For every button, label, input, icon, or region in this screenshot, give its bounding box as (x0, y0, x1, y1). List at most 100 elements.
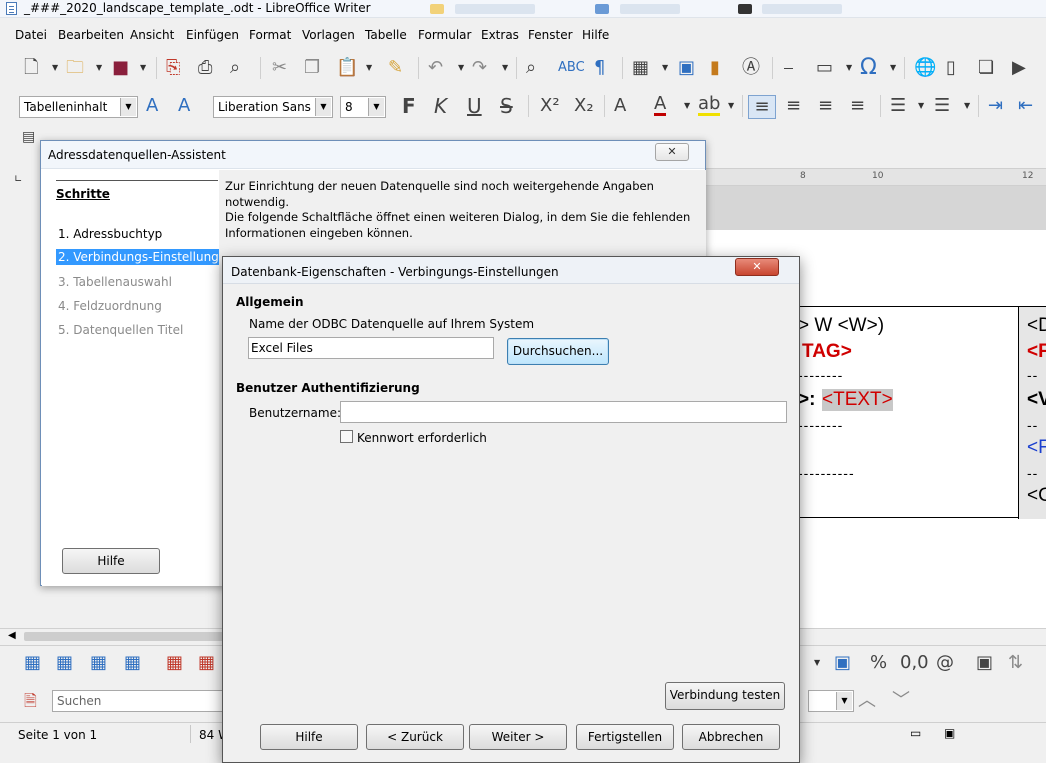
delete-columns-icon[interactable]: ▦ (198, 652, 215, 674)
align-right-icon[interactable]: ≡ (818, 95, 833, 117)
italic-icon[interactable]: K (434, 95, 447, 117)
special-character-icon[interactable]: Ω (860, 57, 877, 79)
find-previous-icon[interactable]: ︿ (858, 690, 876, 712)
font-color-icon[interactable]: A (654, 95, 667, 116)
undo-icon[interactable]: ↶ (428, 57, 443, 79)
insert-field-icon[interactable]: ▭ (816, 57, 833, 79)
redo-icon[interactable]: ↷ (472, 57, 487, 79)
subscript-icon[interactable]: X₂ (574, 95, 594, 117)
clear-formatting-icon[interactable]: A (614, 95, 626, 117)
menu-format[interactable]: Format (249, 28, 291, 42)
find-next-icon[interactable]: ﹀ (892, 690, 910, 712)
menu-fenster[interactable]: Fenster (528, 28, 573, 42)
menu-tabelle[interactable]: Tabelle (365, 28, 407, 42)
horizontal-ruler[interactable]: 8 10 12 (706, 168, 1046, 186)
justify-icon[interactable]: ≡ (850, 95, 865, 117)
chevron-down-icon[interactable]: ▼ (120, 98, 136, 116)
at-sign-icon[interactable]: @ (936, 652, 954, 674)
scroll-left-icon[interactable]: ◀ (8, 630, 16, 641)
chevron-down-icon[interactable]: ▼ (728, 95, 734, 117)
align-center-icon[interactable]: ≡ (786, 95, 801, 117)
close-button[interactable]: ✕ (655, 143, 689, 161)
decrease-indent-icon[interactable]: ⇤ (1018, 95, 1033, 117)
hyperlink-icon[interactable]: 🌐 (914, 57, 936, 79)
number-format-icon[interactable]: ▣ (834, 652, 851, 674)
comment-icon[interactable]: ❏ (978, 57, 994, 79)
chevron-down-icon[interactable]: ▼ (458, 57, 464, 79)
finish-button[interactable]: Fertigstellen (576, 724, 674, 750)
insert-columns-after-icon[interactable]: ▦ (124, 652, 141, 674)
update-style-icon[interactable]: A (146, 95, 158, 117)
bold-icon[interactable]: F (402, 95, 416, 117)
chevron-down-icon[interactable]: ▼ (684, 95, 690, 117)
menu-hilfe[interactable]: Hilfe (582, 28, 609, 42)
copy-icon[interactable]: ❐ (304, 57, 320, 79)
insert-rows-above-icon[interactable]: ▦ (24, 652, 41, 674)
styles-icon[interactable]: ▤ (22, 126, 35, 148)
underline-icon[interactable]: U (467, 95, 482, 117)
strikethrough-icon[interactable]: S (500, 95, 513, 117)
menu-ansicht[interactable]: Ansicht (130, 28, 174, 42)
step-table-selection[interactable]: 3. Tabellenauswahl (56, 274, 174, 290)
new-style-icon[interactable]: A (178, 95, 190, 117)
scrollbar-thumb[interactable] (24, 632, 224, 641)
chevron-down-icon[interactable]: ▼ (502, 57, 508, 79)
insert-chart-icon[interactable]: ▮ (710, 57, 720, 79)
open-folder-icon[interactable]: 🗀 (66, 57, 84, 79)
close-findbar-icon[interactable]: 🗎 (24, 690, 37, 712)
export-pdf-icon[interactable]: ⎘ (166, 57, 180, 79)
chevron-down-icon[interactable]: ▼ (52, 57, 58, 79)
track-changes-icon[interactable]: ▶ (1012, 57, 1026, 79)
browse-button[interactable]: Durchsuchen... (507, 338, 609, 365)
paragraph-style-combo[interactable]: Tabelleninhalt ▼ (19, 96, 138, 118)
cut-icon[interactable]: ✂ (272, 57, 287, 79)
new-document-icon[interactable]: 🗋 (24, 57, 38, 79)
menu-datei[interactable]: Datei (15, 28, 47, 42)
step-data-source-title[interactable]: 5. Datenquellen Titel (56, 322, 185, 338)
search-input[interactable]: Suchen (52, 690, 232, 712)
paste-icon[interactable]: 📋 (336, 57, 358, 79)
insert-columns-before-icon[interactable]: ▦ (90, 652, 107, 674)
menu-bearbeiten[interactable]: Bearbeiten (58, 28, 124, 42)
chevron-down-icon[interactable]: ▼ (918, 95, 924, 117)
step-connection-settings[interactable]: 2. Verbindungs-Einstellungen (56, 249, 236, 265)
chevron-down-icon[interactable]: ▼ (140, 57, 146, 79)
font-size-combo[interactable]: 8 ▼ (340, 96, 386, 118)
insert-rows-below-icon[interactable]: ▦ (56, 652, 73, 674)
chevron-down-icon[interactable]: ▼ (846, 57, 852, 79)
highlight-icon[interactable]: ab (698, 95, 721, 116)
menu-formular[interactable]: Formular (418, 28, 471, 42)
find-replace-icon[interactable]: ⌕ (526, 57, 536, 79)
test-connection-button[interactable]: Verbindung testen (665, 682, 785, 710)
spellcheck-icon[interactable]: ABC (558, 57, 585, 79)
footnote-icon[interactable]: ▯ (946, 57, 956, 79)
password-required-checkbox[interactable] (340, 430, 353, 443)
chevron-down-icon[interactable]: ▼ (368, 98, 384, 116)
cancel-button[interactable]: Abbrechen (682, 724, 780, 750)
chevron-down-icon[interactable]: ▼ (662, 57, 668, 79)
wizard-help-button[interactable]: Hilfe (62, 548, 160, 574)
close-button[interactable]: ✕ (735, 258, 779, 276)
insert-table-icon[interactable]: ▦ (632, 57, 649, 79)
align-left-icon[interactable]: ≡ (748, 95, 776, 119)
clone-formatting-icon[interactable]: ✎ (388, 57, 403, 79)
superscript-icon[interactable]: X² (540, 95, 560, 117)
help-button[interactable]: Hilfe (260, 724, 358, 750)
chevron-down-icon[interactable]: ▼ (315, 98, 331, 116)
chevron-down-icon[interactable]: ▼ (836, 692, 852, 710)
chevron-down-icon[interactable]: ▼ (366, 57, 372, 79)
sort-icon[interactable]: ⇅ (1008, 652, 1023, 674)
insert-image-icon[interactable]: ▣ (976, 652, 993, 674)
print-preview-icon[interactable]: ⌕ (230, 57, 240, 79)
increase-indent-icon[interactable]: ⇥ (988, 95, 1003, 117)
back-button[interactable]: < Zurück (366, 724, 464, 750)
bullet-list-icon[interactable]: ☰ (890, 95, 906, 117)
page-break-icon[interactable]: ⎯ (784, 57, 793, 79)
delete-rows-icon[interactable]: ▦ (166, 652, 183, 674)
menu-einfuegen[interactable]: Einfügen (186, 28, 239, 42)
chevron-down-icon[interactable]: ▼ (964, 95, 970, 117)
save-icon[interactable]: ■ (112, 57, 129, 79)
insert-textbox-icon[interactable]: Ⓐ (742, 57, 760, 79)
insert-image-icon[interactable]: ▣ (678, 57, 695, 79)
step-address-book-type[interactable]: 1. Adressbuchtyp (56, 226, 164, 242)
